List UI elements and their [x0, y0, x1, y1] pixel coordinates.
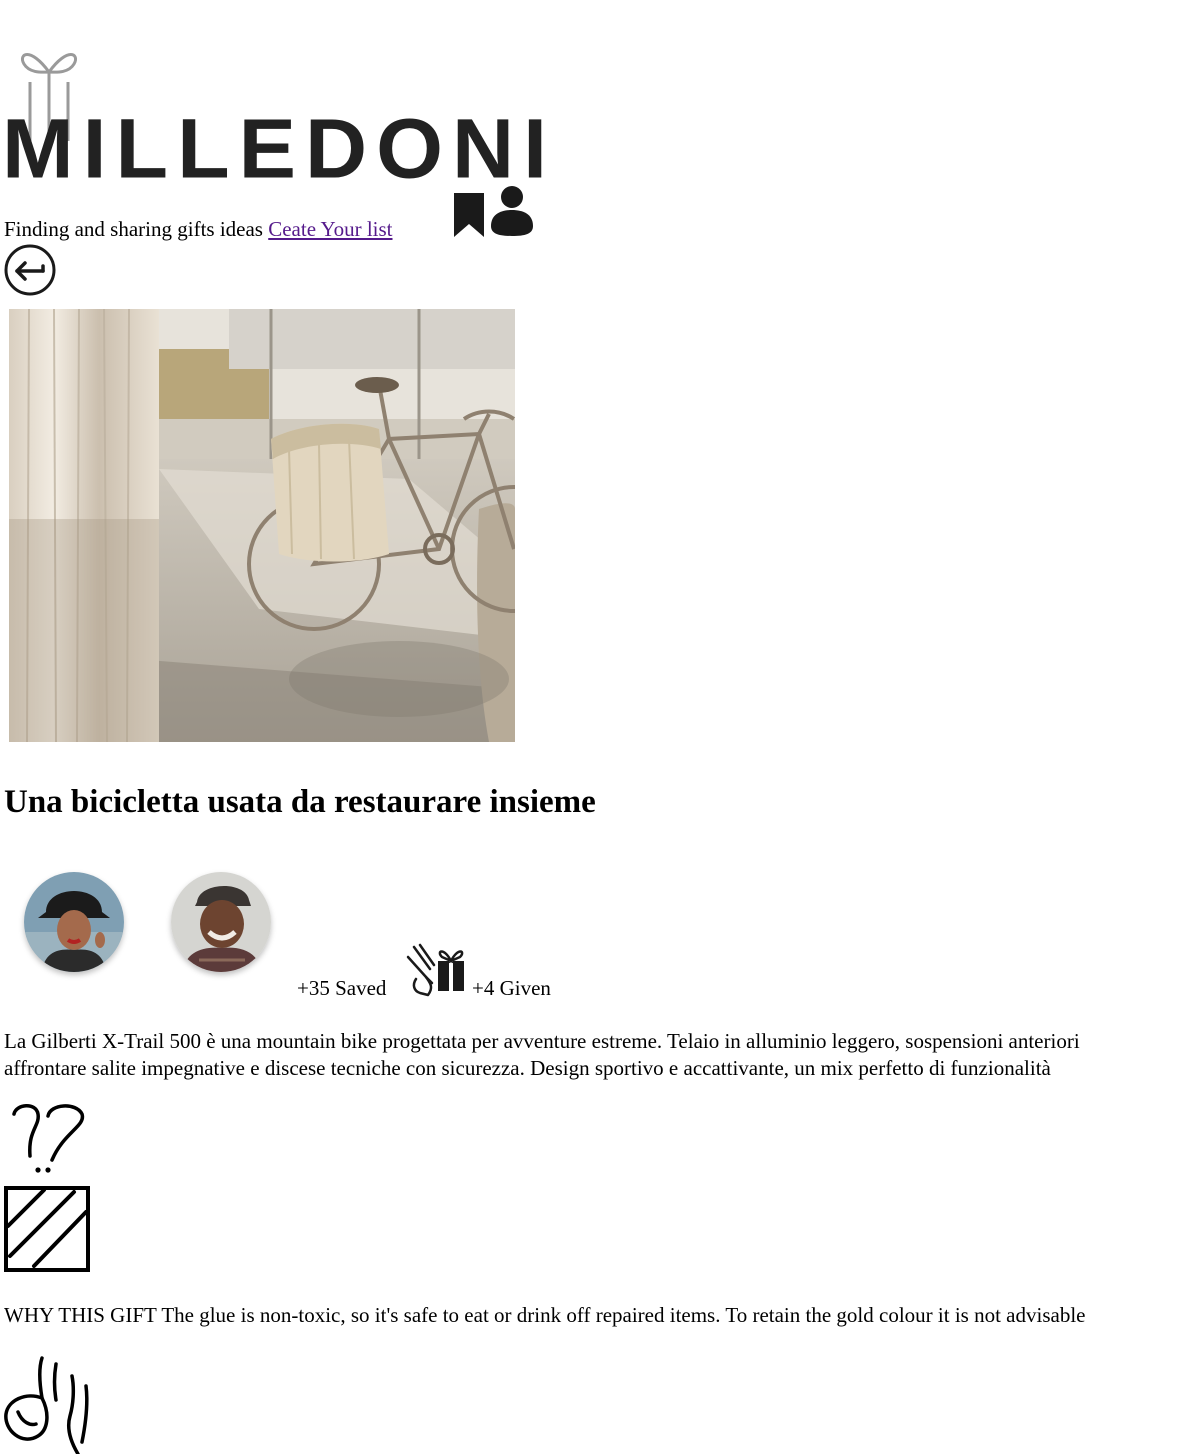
- milledoni-logo[interactable]: MILLEDONI: [2, 44, 562, 191]
- bicycle-photo: [9, 309, 515, 742]
- back-arrow-icon[interactable]: [4, 244, 56, 296]
- why-this-gift-text: WHY THIS GIFT The glue is non-toxic, so …: [4, 1303, 1086, 1327]
- given-count: +4 Given: [472, 976, 551, 1000]
- avatar[interactable]: [171, 872, 271, 972]
- header-tagline-row: Finding and sharing gifts ideas Ceate Yo…: [4, 214, 393, 244]
- saved-count: +35 Saved: [297, 976, 387, 1000]
- avatar[interactable]: [24, 872, 124, 972]
- description-line: affrontare salite impegnative e discese …: [4, 1056, 1051, 1080]
- bookmark-icon[interactable]: [454, 193, 484, 237]
- product-title: Una bicicletta usata da restaurare insie…: [4, 784, 596, 820]
- tagline: Finding and sharing gifts ideas: [4, 217, 263, 241]
- avatar-woman-image: [24, 872, 124, 972]
- product-description: La Gilberti X-Trail 500 è una mountain b…: [4, 1028, 1196, 1082]
- description-line: La Gilberti X-Trail 500 è una mountain b…: [4, 1029, 1080, 1053]
- avatar-man-image: [171, 872, 271, 972]
- question-marks-icon: [12, 1104, 85, 1173]
- logo-wordmark: MILLEDONI: [2, 101, 556, 197]
- create-list-link[interactable]: Ceate Your list: [268, 217, 392, 241]
- user-icon[interactable]: [489, 186, 535, 237]
- striped-box-icon: [4, 1186, 90, 1272]
- product-image: [9, 309, 515, 742]
- ok-hand-icon: [4, 1356, 89, 1454]
- give-gift-icon: [406, 943, 464, 997]
